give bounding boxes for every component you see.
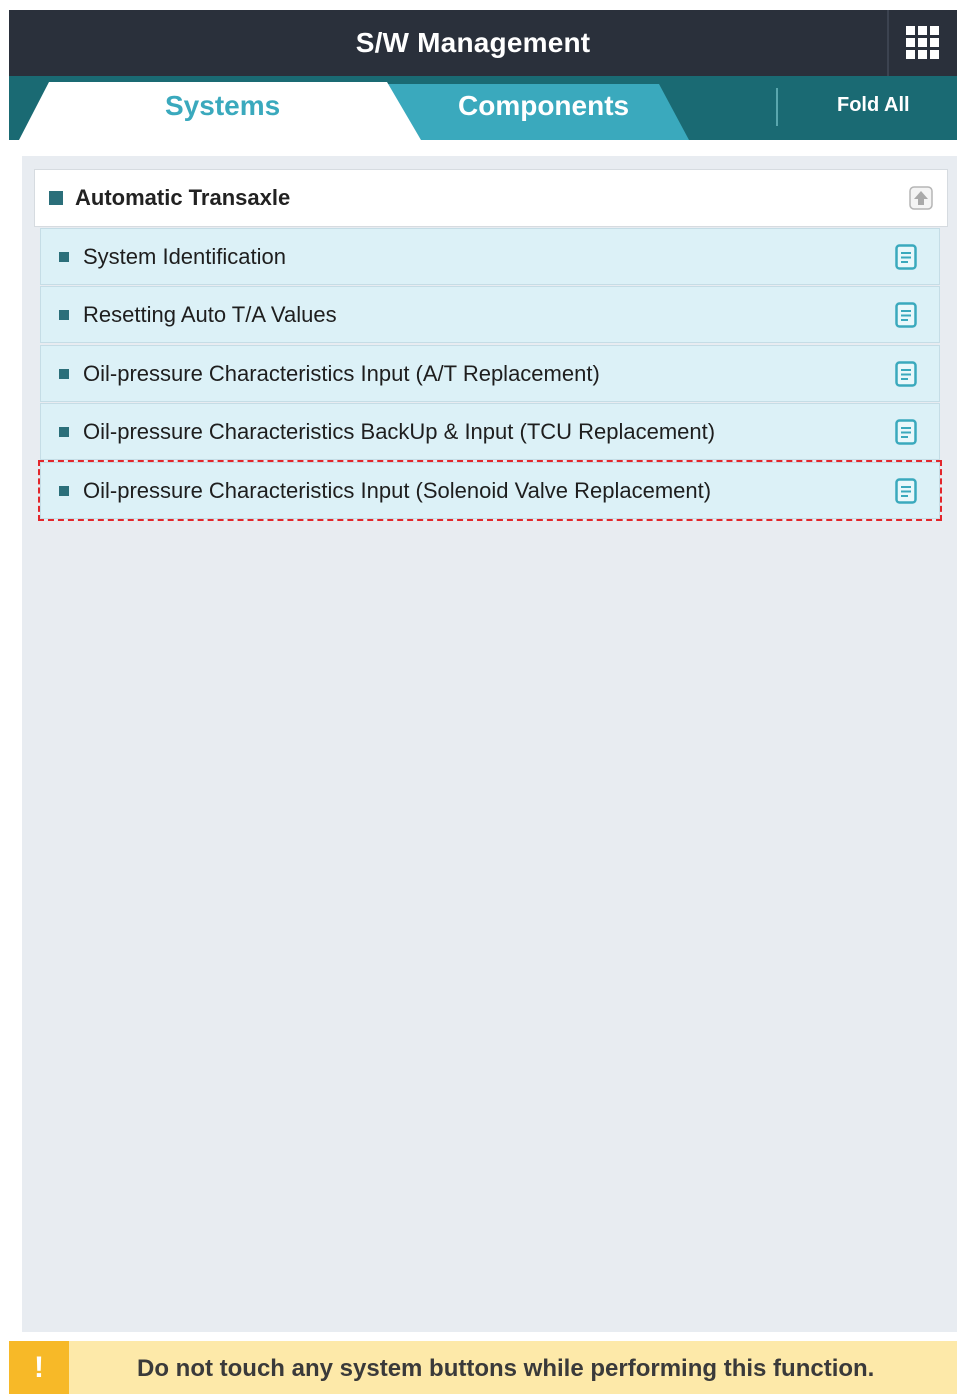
warning-footer: ! Do not touch any system buttons while … xyxy=(9,1341,957,1394)
list-item-oil-pressure-solenoid-valve-replacement[interactable]: Oil-pressure Characteristics Input (Sole… xyxy=(38,460,942,521)
title-bar: S/W Management xyxy=(9,10,957,76)
warning-icon: ! xyxy=(9,1341,69,1394)
group-header-automatic-transaxle[interactable]: Automatic Transaxle xyxy=(34,169,948,227)
tab-systems[interactable]: Systems xyxy=(165,90,280,122)
list-item-label: System Identification xyxy=(83,243,286,269)
list-item-label: Oil-pressure Characteristics BackUp & In… xyxy=(83,418,716,444)
collapse-up-icon[interactable] xyxy=(909,186,933,210)
document-icon[interactable] xyxy=(895,478,917,504)
bullet-square-icon xyxy=(49,191,63,205)
exclamation-glyph: ! xyxy=(34,1350,44,1384)
list-item-resetting-auto-ta-values[interactable]: Resetting Auto T/A Values xyxy=(40,286,940,343)
bullet-square-icon xyxy=(59,251,69,262)
fold-all-button[interactable]: Fold All xyxy=(837,94,910,117)
bullet-square-icon xyxy=(59,309,69,320)
tab-components[interactable]: Components xyxy=(458,90,629,122)
bullet-square-icon xyxy=(59,368,69,379)
document-icon[interactable] xyxy=(895,361,917,387)
warning-message: Do not touch any system buttons while pe… xyxy=(137,1355,875,1382)
tab-divider xyxy=(776,88,778,126)
grid-menu-icon xyxy=(906,26,939,59)
group-title: Automatic Transaxle xyxy=(75,185,291,210)
document-icon[interactable] xyxy=(895,419,917,445)
app-window: S/W Management Systems Components Fold A… xyxy=(9,10,957,1394)
document-icon[interactable] xyxy=(895,244,917,270)
systems-list-panel: Automatic Transaxle System Identificatio… xyxy=(22,156,957,1332)
grid-menu-button[interactable] xyxy=(887,10,957,76)
list-item-label: Oil-pressure Characteristics Input (Sole… xyxy=(83,477,712,503)
bullet-square-icon xyxy=(59,485,69,496)
list-item-oil-pressure-at-replacement[interactable]: Oil-pressure Characteristics Input (A/T … xyxy=(40,345,940,402)
list-item-system-identification[interactable]: System Identification xyxy=(40,228,940,285)
page-title: S/W Management xyxy=(355,27,591,58)
list-item-label: Resetting Auto T/A Values xyxy=(83,301,337,327)
tab-bar: Systems Components Fold All xyxy=(9,76,957,140)
document-icon[interactable] xyxy=(895,302,917,328)
list-item-label: Oil-pressure Characteristics Input (A/T … xyxy=(83,360,600,386)
bullet-square-icon xyxy=(59,426,69,437)
list-item-oil-pressure-tcu-replacement[interactable]: Oil-pressure Characteristics BackUp & In… xyxy=(40,403,940,460)
